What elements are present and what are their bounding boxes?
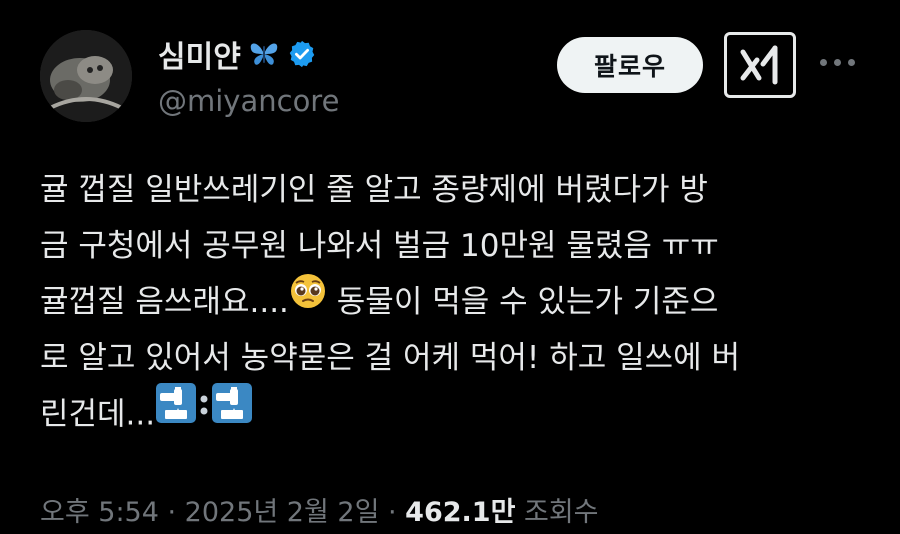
author-name-row: 심미얀	[158, 32, 317, 76]
follow-button[interactable]: 팔로우	[557, 37, 703, 93]
potable-water-icon	[155, 382, 197, 442]
meta-separator: ·	[379, 497, 406, 528]
tweet-line: 금 구청에서 공무원 나와서 벌금 10만원 물렸음 ㅠㅠ	[40, 228, 719, 264]
view-count: 462.1만	[405, 497, 516, 528]
tweet-line: 귤 껍질 일반쓰레기인 줄 알고 종량제에 버렸다가 방	[40, 172, 708, 208]
drool-dots-icon	[197, 383, 211, 441]
tweet-meta: 오후 5:54 · 2025년 2월 2일 · 462.1만 조회수	[40, 490, 599, 529]
tweet-line: 로 알고 있어서 농약묻은 걸 어케 먹어! 하고 일쓰에 버	[40, 340, 741, 376]
author-handle[interactable]: @miyancore	[158, 84, 339, 118]
view-label: 조회수	[515, 497, 599, 528]
tweet-time[interactable]: 오후 5:54	[40, 497, 159, 528]
butterfly-icon	[249, 39, 279, 69]
tweet-text: 귤 껍질 일반쓰레기인 줄 알고 종량제에 버렸다가 방 금 구청에서 공무원 …	[40, 162, 880, 442]
grok-icon[interactable]	[724, 32, 796, 98]
tweet-line: 귤껍질 음쓰래요.... 동물이 먹을 수 있는가 기준으	[40, 272, 880, 330]
tweet-date[interactable]: 2025년 2월 2일	[185, 497, 380, 528]
tweet-line-part: 동물이 먹을 수 있는가 기준으	[326, 284, 719, 320]
potable-water-icon	[211, 382, 253, 442]
author-name[interactable]: 심미얀	[158, 32, 241, 76]
tweet-line: 린건데...	[40, 383, 880, 442]
tweet-line-part: 귤껍질 음쓰래요....	[40, 284, 289, 320]
meta-separator: ·	[158, 497, 185, 528]
more-icon[interactable]	[820, 52, 866, 72]
tweet-line-part: 린건데...	[40, 396, 156, 433]
pleading-face-icon	[289, 272, 327, 328]
avatar[interactable]	[40, 30, 132, 122]
verified-badge-icon[interactable]	[287, 39, 317, 69]
